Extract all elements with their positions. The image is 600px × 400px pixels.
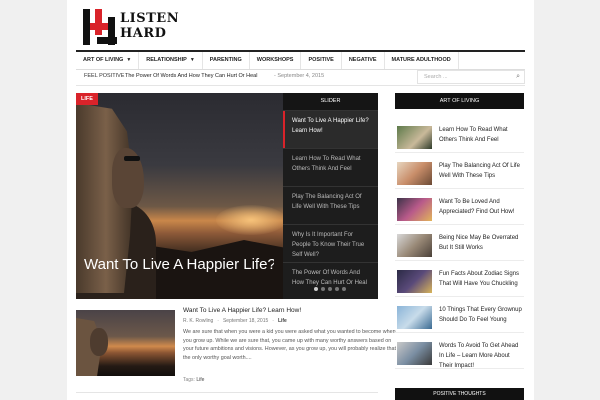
hero-title-link[interactable]: Want To Live A Happier Life? Learn How! [84, 255, 274, 274]
post-excerpt: We are sure that when you were a kid you… [183, 329, 397, 361]
sidebar-header: ART OF LIVING [395, 93, 524, 109]
sidebar-post-thumbnail[interactable] [397, 198, 432, 221]
slider-list: SLIDER Want To Live A Happier Life? Lear… [283, 93, 378, 299]
sidebar-post-thumbnail[interactable] [397, 306, 432, 329]
logo-text: LISTEN HARD [120, 11, 180, 41]
slider-header: SLIDER [283, 93, 378, 111]
slider-dot[interactable] [335, 287, 339, 291]
sidebar-post-title-link[interactable]: Want To Be Loved And Appreciated? Find O… [439, 197, 524, 217]
page: LISTEN HARD Art of Living ▼ Relationship ▼ P… [67, 0, 534, 400]
ticker-label: FEEL POSITIVE [84, 73, 125, 79]
nav-item-label: Relationship [146, 57, 187, 63]
post-title-link[interactable]: Want To Live A Happier Life? Learn How! [183, 307, 301, 314]
post-tags: Tags: Life [183, 377, 204, 383]
featured-slider: Life Want To Live A Happier Life? Learn … [76, 93, 378, 299]
slider-pagination [314, 287, 346, 291]
ticker-headline-link[interactable]: The Power Of Words And How They Can Hurt… [125, 68, 257, 85]
sidebar-post-thumbnail[interactable] [397, 234, 432, 257]
nav-item-parenting[interactable]: Parenting [203, 52, 250, 69]
chevron-down-icon: ▼ [189, 57, 195, 63]
sidebar-post-item[interactable]: Words To Avoid To Get Ahead In Life – Le… [395, 334, 524, 369]
sidebar-post-thumbnail[interactable] [397, 162, 432, 185]
logo-mark-icon [83, 9, 117, 45]
nav-item-mature-adulthood[interactable]: Mature Adulthood [385, 52, 459, 69]
main-nav: Art of Living ▼ Relationship ▼ Parenting Work… [76, 50, 525, 70]
post-category-link[interactable]: Life [278, 318, 287, 324]
nav-item-positive[interactable]: Positive [301, 52, 342, 69]
ticker-date: - September 4, 2015 [274, 73, 325, 79]
post-date: September 18, 2015 [222, 318, 269, 324]
slider-item[interactable]: Want To Live A Happier Life? Learn How! [283, 111, 378, 149]
sidebar-post-title-link[interactable]: 10 Things That Every Grownup Should Do T… [439, 305, 524, 325]
slider-item[interactable]: Why Is It Important For People To Know T… [283, 225, 378, 263]
nav-item-label: Positive [308, 57, 334, 63]
sidebar-post-item[interactable]: 10 Things That Every Grownup Should Do T… [395, 298, 524, 333]
nav-item-label: Negative [348, 57, 377, 63]
slider-dot[interactable] [314, 287, 318, 291]
post-thumbnail[interactable] [76, 310, 175, 376]
nav-item-relationship[interactable]: Relationship ▼ [139, 52, 203, 69]
post-author[interactable]: R. K. Rowling [183, 318, 213, 324]
slider-dot[interactable] [321, 287, 325, 291]
site-logo[interactable]: LISTEN HARD [83, 9, 183, 45]
sidebar-list: Learn How To Read What Others Think And … [395, 118, 524, 370]
slider-dot[interactable] [342, 287, 346, 291]
slider-item[interactable]: Learn How To Read What Others Think And … [283, 149, 378, 187]
sidebar-post-thumbnail[interactable] [397, 270, 432, 293]
nav-item-label: Mature Adulthood [391, 57, 451, 63]
sidebar-post-item[interactable]: Play The Balancing Act Of Life Well With… [395, 154, 524, 189]
sidebar-post-thumbnail[interactable] [397, 126, 432, 149]
sidebar-post-item[interactable]: Want To Be Loved And Appreciated? Find O… [395, 190, 524, 225]
nav-item-workshops[interactable]: Workshops [250, 52, 302, 69]
tags-label: Tags: [183, 377, 195, 383]
hero-image[interactable]: Life Want To Live A Happier Life? Learn … [76, 93, 283, 299]
sidebar-post-title-link[interactable]: Learn How To Read What Others Think And … [439, 125, 524, 145]
sidebar-post-thumbnail[interactable] [397, 342, 432, 365]
nav-item-negative[interactable]: Negative [342, 52, 385, 69]
search-icon[interactable]: ⌕ [516, 71, 520, 83]
sidebar-post-title-link[interactable]: Fun Facts About Zodiac Signs That Will H… [439, 269, 524, 289]
tag-link[interactable]: Life [196, 377, 204, 383]
sidebar-post-title-link[interactable]: Being Nice May Be Overrated But It Still… [439, 233, 524, 253]
nav-item-label: Workshops [256, 57, 294, 63]
nav-item-label: Parenting [209, 57, 242, 63]
sidebar-post-item[interactable]: Being Nice May Be Overrated But It Still… [395, 226, 524, 261]
category-badge[interactable]: Life [76, 93, 98, 105]
sidebar-post-title-link[interactable]: Play The Balancing Act Of Life Well With… [439, 161, 524, 181]
slider-item[interactable]: Play The Balancing Act Of Life Well With… [283, 187, 378, 225]
divider [76, 392, 378, 393]
slider-dot[interactable] [328, 287, 332, 291]
nav-item-art-of-living[interactable]: Art of Living ▼ [76, 52, 140, 69]
news-ticker: FEEL POSITIVE The Power Of Words And How… [76, 68, 525, 86]
search-placeholder: Search ... [424, 74, 448, 80]
slider-item[interactable]: The Power Of Words And How They Can Hurt… [283, 263, 378, 299]
search-input[interactable]: Search ... ⌕ [417, 70, 525, 84]
sidebar-post-item[interactable]: Fun Facts About Zodiac Signs That Will H… [395, 262, 524, 297]
post-meta: R. K. Rowling · September 18, 2015 · Life [183, 318, 287, 324]
sidebar-header-2: POSITIVE THOUGHTS [395, 388, 524, 400]
sidebar-post-title-link[interactable]: Words To Avoid To Get Ahead In Life – Le… [439, 341, 524, 371]
chevron-down-icon: ▼ [126, 57, 132, 63]
sidebar-post-item[interactable]: Learn How To Read What Others Think And … [395, 118, 524, 153]
nav-item-label: Art of Living [83, 57, 124, 63]
